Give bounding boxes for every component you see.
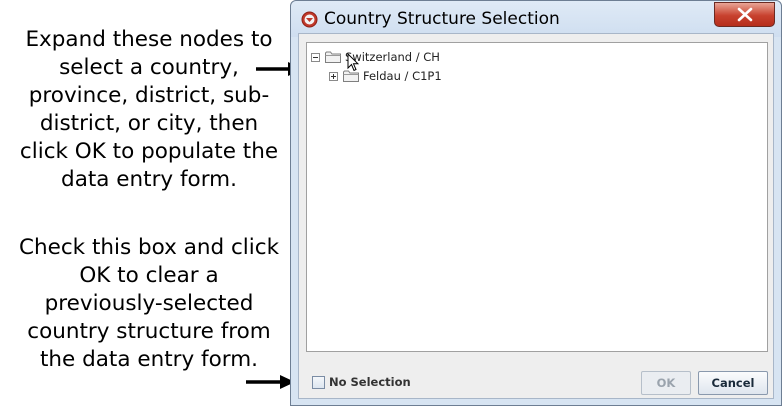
expand-toggle-icon[interactable]	[329, 71, 338, 81]
tree-node-label: Feldau / C1P1	[363, 69, 442, 83]
dialog-content: Switzerland / CH Feldau / C1P1 No Select…	[298, 33, 774, 399]
no-selection-label: No Selection	[329, 375, 411, 389]
folder-icon	[325, 51, 341, 63]
ok-button[interactable]: OK	[641, 371, 691, 395]
app-icon	[301, 11, 318, 28]
collapse-toggle-icon[interactable]	[311, 52, 320, 62]
title-bar[interactable]: Country Structure Selection	[291, 1, 781, 37]
country-structure-dialog: Country Structure Selection Switzerland …	[290, 0, 782, 406]
annotation-expand-nodes: Expand these nodes to select a country, …	[19, 27, 279, 192]
tree-node-feldau[interactable]: Feldau / C1P1	[329, 68, 442, 84]
country-tree[interactable]: Switzerland / CH Feldau / C1P1	[306, 42, 768, 352]
cancel-button[interactable]: Cancel	[698, 371, 768, 395]
arrow-to-checkbox-icon	[246, 375, 295, 389]
dialog-title: Country Structure Selection	[324, 9, 560, 29]
checkbox-box[interactable]	[312, 375, 325, 389]
close-button[interactable]	[714, 2, 775, 27]
tree-node-label: Switzerland / CH	[345, 50, 440, 64]
close-icon	[737, 7, 753, 22]
tree-node-switzerland[interactable]: Switzerland / CH	[311, 49, 440, 65]
mouse-pointer-icon	[347, 53, 359, 72]
no-selection-checkbox[interactable]: No Selection	[312, 375, 411, 389]
annotation-no-selection: Check this box and click OK to clear a p…	[18, 235, 280, 372]
